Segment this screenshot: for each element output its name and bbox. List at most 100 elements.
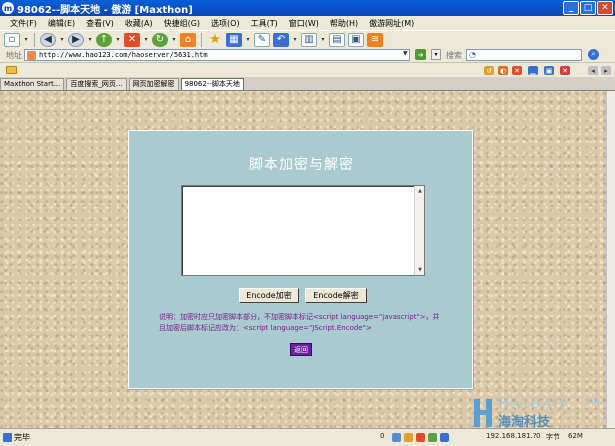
dropdown-arrow-icon[interactable]: ▾ [87,33,93,47]
page-scrollbar[interactable] [606,91,615,428]
watermark-blog: Blog [586,398,600,405]
close-tab-icon[interactable]: ✕ [512,66,522,75]
menu-window[interactable]: 窗口(W) [285,18,326,29]
dropdown-arrow-icon[interactable]: ▾ [171,33,177,47]
menu-bar: 文件(F) 编辑(E) 查看(V) 收藏(A) 快捷组(G) 选项(O) 工具(… [0,16,615,30]
dropdown-arrow-icon[interactable]: ▾ [115,33,121,47]
tab-scroll-icon[interactable]: ▸ [601,66,611,75]
usage-note: 说明：加密时应只加密脚本部分，不加密脚本标记<script language="… [159,312,459,334]
search-input[interactable]: ◔ [466,49,582,61]
maxthon-app-icon: m [2,2,14,14]
menu-favorites[interactable]: 收藏(A) [121,18,160,29]
search-go-button[interactable]: ⌕ [588,49,599,60]
block-icon[interactable] [416,433,425,442]
address-dropdown-icon[interactable]: ▼ [403,50,408,57]
up-icon[interactable]: ↑ [96,32,112,47]
popup-count: 0 [380,432,385,440]
menu-options[interactable]: 选项(O) [207,18,247,29]
address-url: http://www.hao123.com/haoserver/5631.htm [39,51,208,59]
history-icon[interactable]: ✎ [254,32,270,47]
rss-icon[interactable]: ≋ [367,32,383,47]
page-title: 脚本加密与解密 [249,157,354,173]
memory-usage: 62M [568,432,583,440]
address-bar: 地址 http://www.hao123.com/haoserver/5631.… [0,48,615,62]
dropdown-arrow-icon[interactable]: ▾ [59,33,65,47]
maximize-button[interactable]: □ [580,1,596,15]
tab-list-icon[interactable]: ◂ [588,66,598,75]
haidao-logo-icon [474,399,492,427]
address-options-button[interactable]: ▾ [431,49,441,60]
dropdown-arrow-icon[interactable]: ▾ [143,33,149,47]
folder-icon[interactable] [6,66,17,74]
decode-button[interactable]: Encode解密 [305,288,367,303]
refresh-icon[interactable]: ↻ [152,32,168,47]
close-button[interactable]: ✕ [597,1,613,15]
window-title: 98062--脚本天地 - 傲游 [Maxthon] [17,4,193,16]
security-icon[interactable] [440,433,449,442]
menu-edit[interactable]: 编辑(E) [44,18,82,29]
ip-address: 192.168.181.? [486,432,537,440]
search-engine-icon[interactable]: ◔ [469,50,476,59]
status-text: 完毕 [14,433,30,442]
minimize-tab-icon[interactable]: ▁ [528,66,538,75]
address-label: 地址 [6,50,22,60]
menu-maxthon-sites[interactable]: 傲游网址(M) [365,18,421,29]
main-toolbar: ▫ ▾ ◀ ▾ ▶ ▾ ↑ ▾ ✕ ▾ ↻ ▾ ⌂ ★ ▦ ▾ ✎ ↶ ▾ ▥ … [0,30,615,48]
download-icon[interactable] [404,433,413,442]
search-label: 搜索 [446,51,462,60]
sidebar-icon[interactable]: ▤ [329,32,345,47]
textarea-scrollbar[interactable]: ▲ ▼ [414,186,424,275]
new-page-icon[interactable]: ▫ [4,32,20,47]
forward-icon[interactable]: ▶ [68,32,84,47]
tab-script-world[interactable]: 98062--脚本天地 [180,78,244,90]
tab-strip: Maxthon Start... 百度搜索_网页... 网页加密解密 98062… [0,77,615,91]
groups-icon[interactable]: ▦ [226,32,242,47]
status-bytes-label: 字节 [546,433,560,441]
restore-tab-icon[interactable]: ▣ [544,66,554,75]
haidao-watermark: HAIDAO 海淘科技 Blog [474,396,606,430]
page-icon[interactable]: ▣ [348,32,364,47]
dropdown-arrow-icon[interactable]: ▾ [292,33,298,47]
page-content: 脚本加密与解密 ▲ ▼ Encode加密 Encode解密 说明：加密时应只加密… [0,91,606,428]
watermark-en: HAIDAO [498,397,567,412]
go-button[interactable]: ➜ [415,49,426,60]
usage-note-line1: 说明：加密时应只加密脚本部分，不加密脚本标记<script language="… [159,313,440,321]
stop-icon[interactable]: ✕ [124,32,140,47]
menu-file[interactable]: 文件(F) [6,18,44,29]
tab-baidu-search[interactable]: 百度搜索_网页... [66,78,127,90]
menu-tools[interactable]: 工具(T) [247,18,285,29]
script-textarea[interactable]: ▲ ▼ [181,185,425,276]
scroll-down-icon[interactable]: ▼ [416,266,424,274]
tab-web-encrypt[interactable]: 网页加密解密 [128,78,179,90]
minimize-button[interactable]: _ [563,1,579,15]
favorites-bar: ↺ ◐ ✕ ▁ ▣ ✕ ◂ ▸ [0,62,615,77]
toolbar-separator [34,32,35,47]
tab-maxthon-start[interactable]: Maxthon Start... [0,78,65,90]
sync-icon[interactable] [428,433,437,442]
dropdown-arrow-icon[interactable]: ▾ [245,33,251,47]
home-icon[interactable]: ⌂ [180,32,196,47]
undo-icon[interactable]: ↶ [273,32,289,47]
back-button[interactable]: 返回 [290,343,312,356]
back-icon[interactable]: ◀ [40,32,56,47]
address-input[interactable]: http://www.hao123.com/haoserver/5631.htm [24,49,410,61]
menu-groups[interactable]: 快捷组(G) [160,18,207,29]
toolbar-separator [201,32,202,47]
encrypt-panel: 脚本加密与解密 ▲ ▼ Encode加密 Encode解密 说明：加密时应只加密… [128,130,473,389]
menu-view[interactable]: 查看(V) [82,18,121,29]
columns-icon[interactable]: ▥ [301,32,317,47]
network-icon[interactable] [392,433,401,442]
encode-button[interactable]: Encode加密 [239,288,299,303]
dropdown-arrow-icon[interactable]: ▾ [320,33,326,47]
page-favicon-icon [27,51,36,60]
menu-help[interactable]: 帮助(H) [326,18,365,29]
dropdown-arrow-icon[interactable]: ▾ [23,33,29,47]
scroll-up-icon[interactable]: ▲ [416,187,424,195]
clear-icon[interactable]: ◐ [498,66,508,75]
title-bar: m 98062--脚本天地 - 傲游 [Maxthon] _ □ ✕ [0,0,615,16]
close-all-icon[interactable]: ✕ [560,66,570,75]
favorites-star-icon[interactable]: ★ [207,32,223,47]
usage-note-line2: 且加密后脚本标记应改为：<script language="JScript.En… [159,324,372,332]
close-others-icon[interactable]: ↺ [484,66,494,75]
ie-page-icon [3,433,12,442]
